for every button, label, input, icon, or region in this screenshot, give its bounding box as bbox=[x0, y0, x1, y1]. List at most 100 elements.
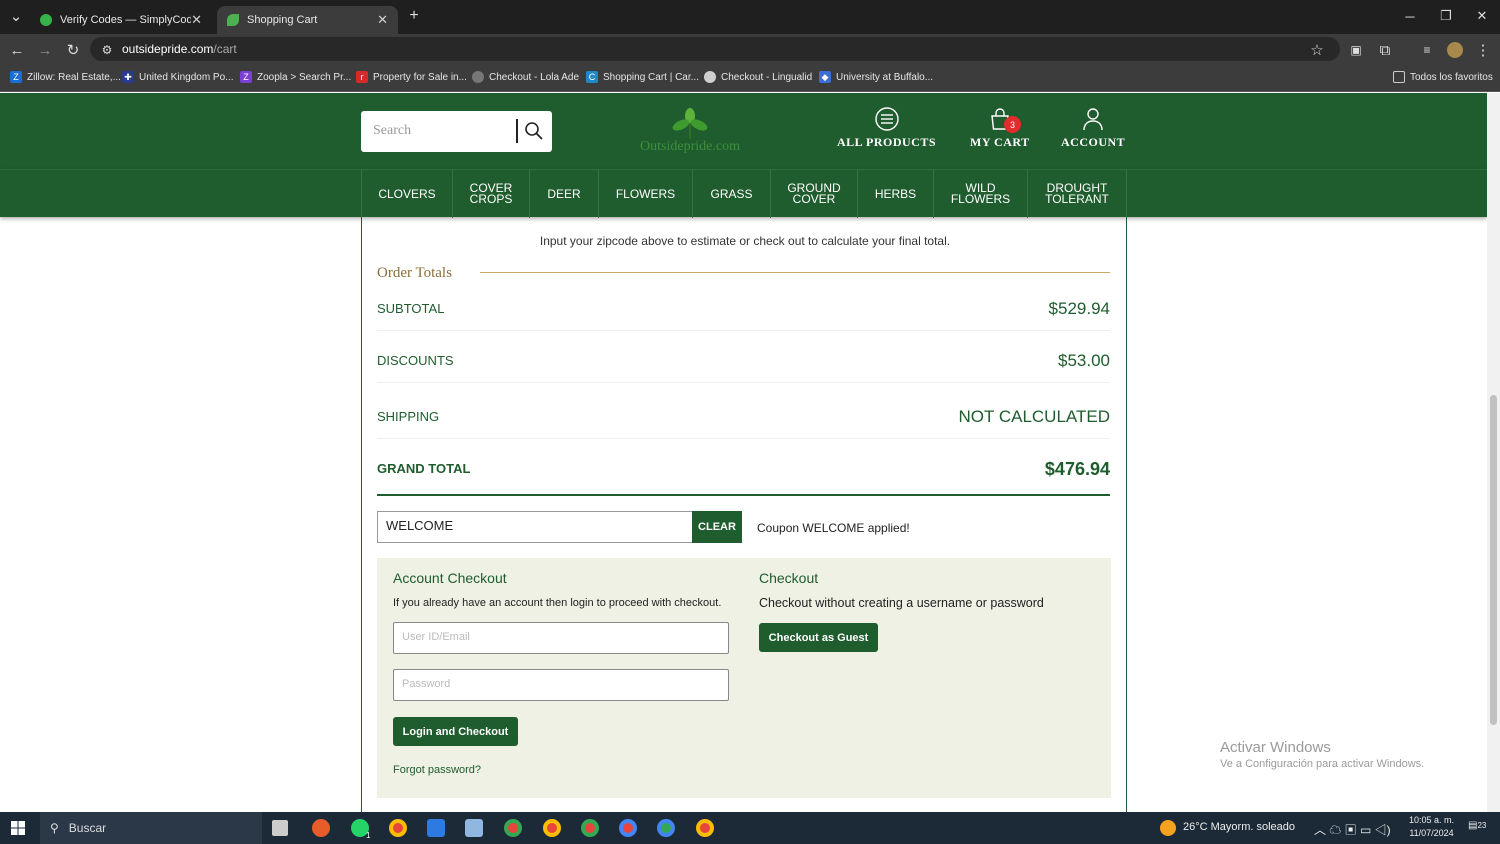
restore-icon[interactable]: ❐ bbox=[1428, 0, 1464, 32]
search-input[interactable]: Search bbox=[361, 111, 552, 152]
bookmark-zoopla[interactable]: Z Zoopla > Search Pr... bbox=[240, 71, 351, 83]
chrome-profile-icon[interactable] bbox=[696, 819, 714, 837]
category-flowers[interactable]: FLOWERS bbox=[599, 170, 693, 218]
bookmark-uk[interactable]: ✚ United Kingdom Po... bbox=[122, 71, 234, 83]
grand-total-label: GRAND TOTAL bbox=[377, 461, 471, 476]
category-drought-tolerant[interactable]: DROUGHT TOLERANT bbox=[1028, 170, 1127, 218]
media-icon[interactable]: ≡ bbox=[1416, 39, 1438, 61]
url-host: outsidepride.com bbox=[122, 42, 214, 56]
taskbar-search[interactable]: ⚲ Buscar bbox=[40, 812, 262, 844]
scrollbar-thumb[interactable] bbox=[1490, 395, 1497, 725]
bookmark-star-icon[interactable]: ☆ bbox=[1306, 39, 1328, 61]
bookmark-label: Checkout - Lola Ade bbox=[489, 71, 580, 83]
bookmark-lola[interactable]: Checkout - Lola Ade bbox=[472, 71, 579, 83]
windows-activation-watermark: Activar Windows Ve a Configuración para … bbox=[1220, 739, 1424, 770]
bookmark-cart[interactable]: C Shopping Cart | Car... bbox=[586, 71, 699, 83]
reload-icon[interactable]: ↻ bbox=[62, 39, 84, 61]
forward-icon[interactable]: → bbox=[34, 39, 56, 61]
my-cart-link[interactable]: MY CART bbox=[970, 107, 1030, 150]
user-email-input[interactable]: User ID/Email bbox=[393, 622, 729, 654]
task-view-icon[interactable] bbox=[272, 820, 288, 836]
all-products-label: ALL PRODUCTS bbox=[837, 135, 937, 149]
clock[interactable]: 10:05 a. m. 11/07/2024 bbox=[1409, 815, 1454, 838]
weather-text[interactable]: 26°C Mayorm. soleado bbox=[1183, 821, 1295, 833]
omnibox[interactable] bbox=[90, 37, 1340, 61]
close-window-icon[interactable]: ✕ bbox=[1464, 0, 1500, 32]
search-icon[interactable] bbox=[524, 121, 544, 141]
url-text[interactable]: outsidepride.com/cart bbox=[122, 42, 237, 56]
tab-shopping-cart[interactable]: Shopping Cart ✕ bbox=[217, 6, 398, 34]
bookmark-lingualid[interactable]: Checkout - Lingualid bbox=[704, 71, 812, 83]
tab-label: Shopping Cart bbox=[247, 14, 318, 26]
chrome-profile-icon[interactable] bbox=[543, 819, 561, 837]
simplycodes-favicon-icon bbox=[40, 14, 52, 26]
notes-icon[interactable] bbox=[465, 819, 483, 837]
translate-icon[interactable]: ▣ bbox=[1345, 39, 1367, 61]
chrome-profile-icon[interactable] bbox=[581, 819, 599, 837]
subtotal-value: $529.94 bbox=[1048, 299, 1110, 318]
category-herbs[interactable]: HERBS bbox=[858, 170, 934, 218]
grand-total-row: GRAND TOTAL $476.94 bbox=[377, 439, 1110, 496]
all-bookmarks[interactable]: Todos los favoritos bbox=[1393, 71, 1493, 83]
close-tab-icon[interactable]: ✕ bbox=[377, 12, 388, 28]
discounts-value: $53.00 bbox=[1058, 351, 1110, 370]
tab-search-chevron-icon[interactable]: ⌄ bbox=[5, 5, 27, 27]
bookmark-buffalo[interactable]: ◆ University at Buffalo... bbox=[819, 71, 933, 83]
cart-content: Input your zipcode above to estimate or … bbox=[361, 217, 1127, 812]
minimize-icon[interactable]: ─ bbox=[1392, 0, 1428, 32]
windows-taskbar: ⚲ Buscar 1 26°C Mayorm. soleado ︿ ☁ ▣ ▭ ◁… bbox=[0, 812, 1500, 844]
all-products-link[interactable]: ALL PRODUCTS bbox=[837, 107, 936, 150]
app-icon[interactable] bbox=[312, 819, 330, 837]
account-checkout-title: Account Checkout bbox=[393, 570, 507, 586]
profile-avatar[interactable] bbox=[1444, 39, 1466, 61]
category-grass[interactable]: GRASS bbox=[693, 170, 771, 218]
new-tab-button[interactable]: + bbox=[403, 5, 425, 27]
search-icon: ⚲ bbox=[50, 821, 59, 835]
page-scrollbar[interactable] bbox=[1487, 93, 1500, 812]
watermark-line1: Activar Windows bbox=[1220, 739, 1331, 756]
chrome-profile-icon[interactable] bbox=[504, 819, 522, 837]
category-deer[interactable]: DEER bbox=[530, 170, 599, 218]
notification-center-icon[interactable]: ▤23 bbox=[1468, 820, 1486, 831]
search-placeholder: Search bbox=[373, 123, 412, 138]
category-ground-cover[interactable]: GROUND COVER bbox=[771, 170, 858, 218]
login-checkout-button[interactable]: Login and Checkout bbox=[393, 717, 518, 746]
guest-checkout-title: Checkout bbox=[759, 570, 819, 586]
bookmark-zillow[interactable]: Z Zillow: Real Estate,... bbox=[10, 71, 121, 83]
site-info-icon[interactable]: ⚙ bbox=[96, 39, 118, 61]
chrome-icon[interactable] bbox=[389, 819, 407, 837]
menu-dots-icon[interactable]: ⋮ bbox=[1472, 39, 1494, 61]
extensions-icon[interactable]: ⧉ bbox=[1374, 39, 1396, 61]
password-input[interactable]: Password bbox=[393, 669, 729, 701]
category-clovers[interactable]: CLOVERS bbox=[361, 170, 453, 218]
close-tab-icon[interactable]: ✕ bbox=[191, 12, 202, 28]
bookmark-label: Checkout - Lingualid bbox=[721, 71, 813, 83]
browser-tab-bar: ⌄ Verify Codes — SimplyCodes ✕ Shopping … bbox=[0, 0, 1500, 34]
tab-simplycodes[interactable]: Verify Codes — SimplyCodes ✕ bbox=[30, 6, 212, 34]
shipping-value: NOT CALCULATED bbox=[958, 407, 1110, 426]
store-icon[interactable] bbox=[427, 819, 445, 837]
windows-start-icon[interactable] bbox=[11, 821, 25, 835]
chrome-profile-icon[interactable] bbox=[657, 819, 675, 837]
url-path: /cart bbox=[213, 42, 237, 56]
bookmark-label: University at Buffalo... bbox=[836, 71, 934, 83]
leaf-logo-icon bbox=[672, 108, 708, 139]
site-logo[interactable]: Outsidepride.com bbox=[630, 107, 750, 155]
category-cover-crops[interactable]: COVER CROPS bbox=[453, 170, 530, 218]
forgot-password-link[interactable]: Forgot password? bbox=[393, 764, 481, 776]
chrome-profile-icon[interactable] bbox=[619, 819, 637, 837]
my-cart-label: MY CART bbox=[970, 135, 1030, 149]
clear-coupon-button[interactable]: CLEAR bbox=[692, 511, 742, 543]
back-icon[interactable]: ← bbox=[6, 39, 28, 61]
taskbar-search-label: Buscar bbox=[68, 821, 107, 835]
weather-icon[interactable] bbox=[1160, 820, 1176, 836]
bookmark-label: Zoopla > Search Pr... bbox=[257, 71, 352, 83]
tray-icons[interactable]: ︿ ☁ ▣ ▭ ◁) bbox=[1314, 821, 1391, 838]
category-wild-flowers[interactable]: WILD FLOWERS bbox=[934, 170, 1028, 218]
account-label: ACCOUNT bbox=[1061, 135, 1126, 149]
coupon-input[interactable]: WELCOME bbox=[377, 511, 692, 543]
bookmark-property[interactable]: r Property for Sale in... bbox=[356, 71, 467, 83]
property-icon: r bbox=[356, 71, 368, 83]
account-link[interactable]: ACCOUNT bbox=[1061, 107, 1125, 150]
checkout-guest-button[interactable]: Checkout as Guest bbox=[759, 623, 878, 652]
